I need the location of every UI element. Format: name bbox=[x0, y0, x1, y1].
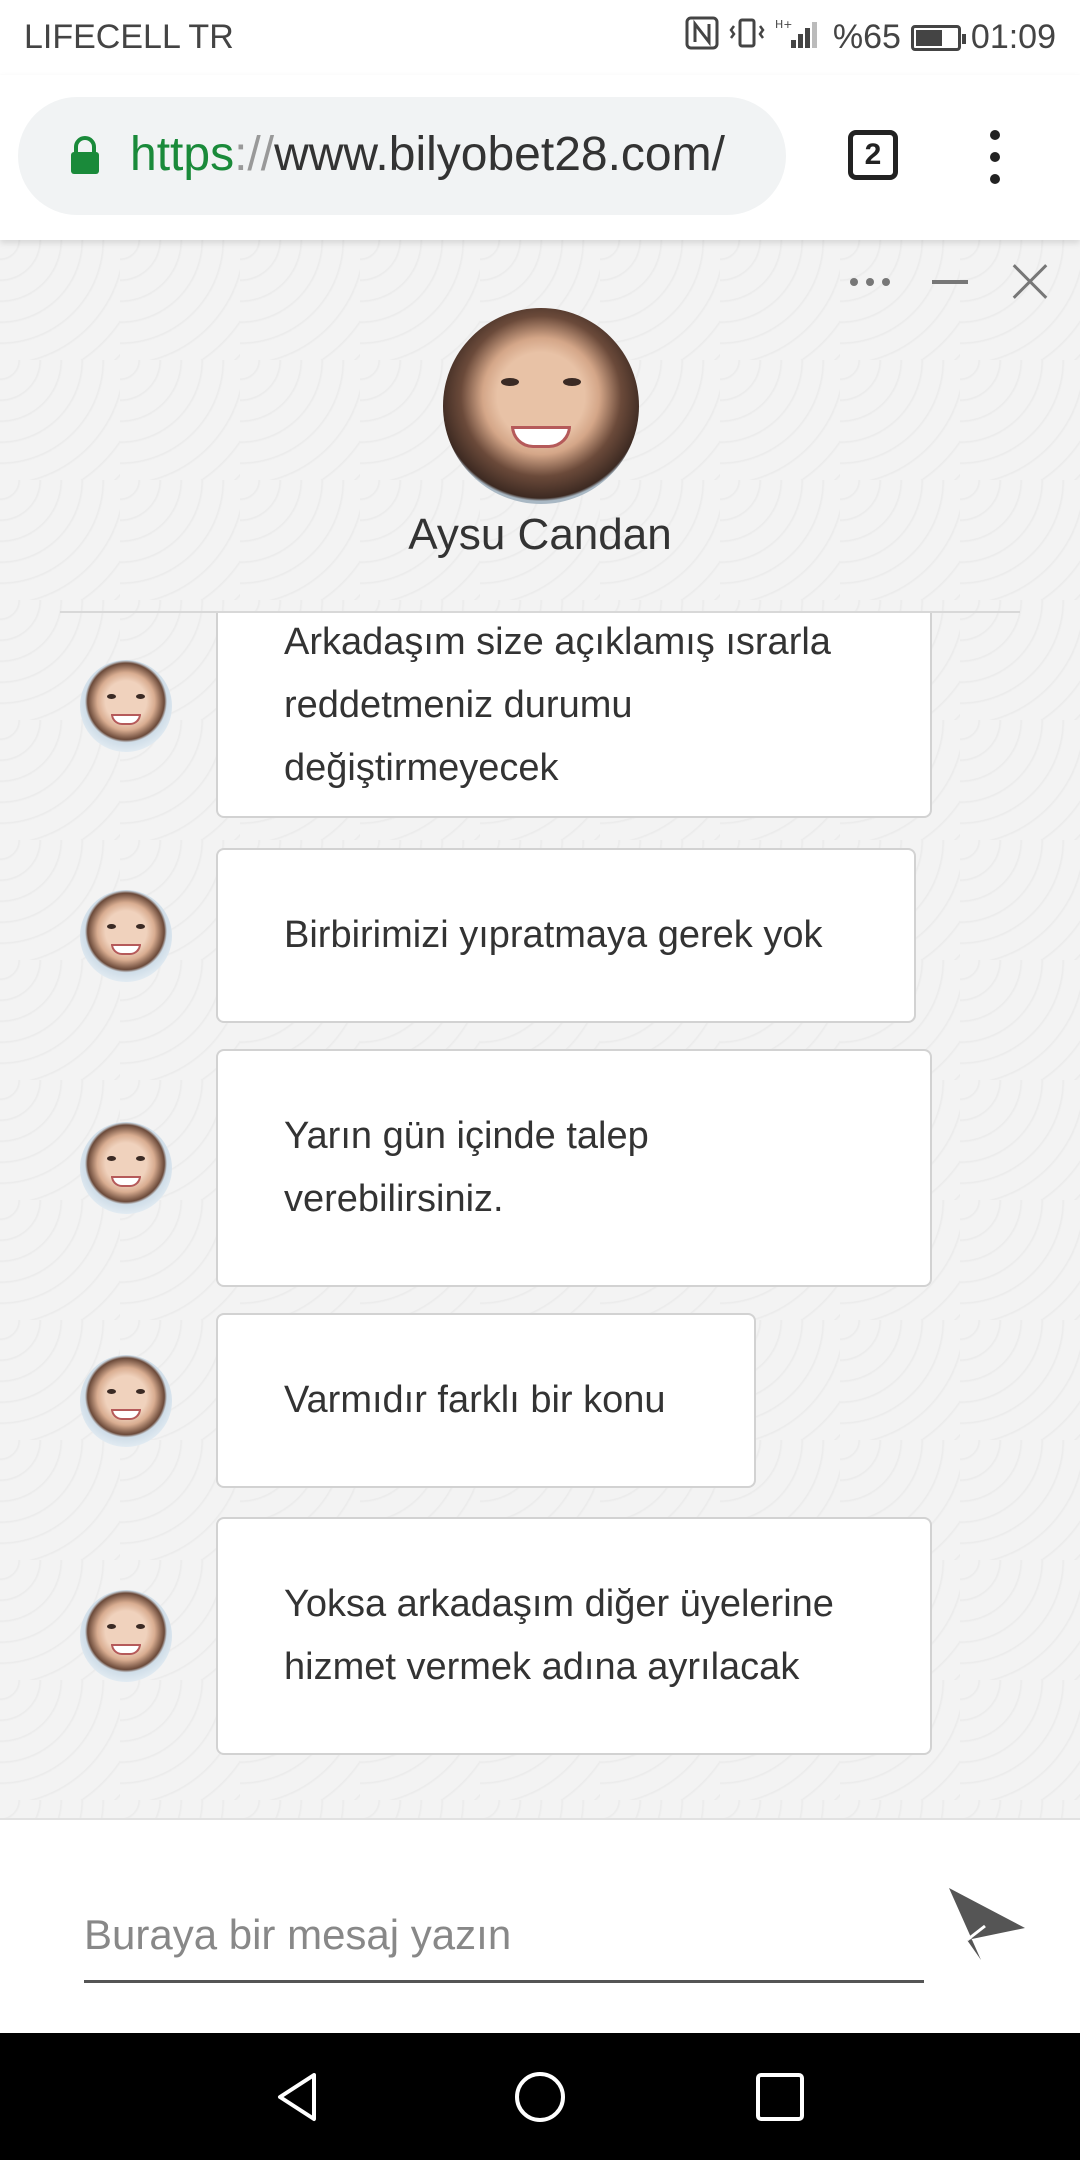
message-line: Varmıdır farklı bir konu bbox=[284, 1379, 666, 1421]
svg-text:H+: H+ bbox=[775, 18, 793, 31]
message-text: Birbirimizi yıpratmaya gerek yok bbox=[284, 904, 822, 967]
message-bubble: Birbirimizi yıpratmaya gerek yok bbox=[216, 848, 916, 1023]
lock-icon bbox=[71, 136, 99, 174]
message-text: Yoksa arkadaşım diğer üyelerine hizmet ve… bbox=[284, 1573, 834, 1699]
url-scheme: https bbox=[130, 128, 235, 181]
home-icon[interactable] bbox=[512, 2069, 568, 2125]
message-avatar bbox=[80, 659, 172, 752]
message-text: Yarın gün içinde talep verebilirsiniz. bbox=[284, 1105, 649, 1231]
message-avatar bbox=[80, 1590, 172, 1682]
message-text: Arkadaşım size açıklamış ısrarla reddetme… bbox=[284, 613, 831, 800]
more-icon[interactable] bbox=[850, 278, 890, 286]
nfc-icon bbox=[685, 16, 719, 59]
minimize-icon[interactable] bbox=[932, 280, 968, 284]
message-line: Yoksa arkadaşım diğer üyelerine bbox=[284, 1583, 834, 1625]
message-line: Yarın gün içinde talep bbox=[284, 1115, 649, 1157]
url-text: https://www.bilyobet28.com/ bbox=[130, 127, 725, 182]
address-bar[interactable]: https://www.bilyobet28.com/ bbox=[18, 97, 786, 215]
send-icon[interactable] bbox=[945, 1880, 1029, 1964]
chat-window: Aysu Candan Arkadaşım size açıklamış ısr… bbox=[0, 240, 1080, 1818]
message-line: hizmet vermek adına ayrılacak bbox=[284, 1646, 800, 1688]
clock: 01:09 bbox=[970, 18, 1056, 56]
message-line: değiştirmeyecek bbox=[284, 747, 559, 789]
message-text: Varmıdır farklı bir konu bbox=[284, 1369, 666, 1432]
message-bubble: Varmıdır farklı bir konu bbox=[216, 1313, 756, 1488]
battery-icon bbox=[910, 24, 966, 51]
message-avatar bbox=[80, 889, 172, 982]
message-avatar bbox=[80, 1354, 172, 1447]
message-line: Birbirimizi yıpratmaya gerek yok bbox=[284, 914, 823, 956]
message-line: reddetmeniz durumu bbox=[284, 684, 633, 726]
signal-icon: H+ bbox=[775, 16, 823, 59]
message-bubble: Arkadaşım size açıklamış ısrarla reddetme… bbox=[216, 613, 932, 818]
message-bubble: Yoksa arkadaşım diğer üyelerine hizmet ve… bbox=[216, 1517, 932, 1755]
message-avatar bbox=[80, 1122, 172, 1214]
message-input[interactable] bbox=[84, 1890, 924, 1983]
browser-toolbar: https://www.bilyobet28.com/ 2 bbox=[0, 75, 1080, 240]
message-list: Arkadaşım size açıklamış ısrarla reddetme… bbox=[0, 613, 1080, 1818]
status-icons: H+ %65 01:09 bbox=[685, 16, 1056, 59]
url-host: www.bilyobet28.com/ bbox=[274, 128, 725, 181]
agent-avatar bbox=[443, 308, 639, 504]
chat-controls bbox=[850, 262, 1050, 302]
recents-icon[interactable] bbox=[752, 2069, 808, 2125]
carrier-name: LIFECELL TR bbox=[24, 18, 234, 56]
menu-icon[interactable] bbox=[985, 130, 1005, 186]
message-bubble: Yarın gün içinde talep verebilirsiniz. bbox=[216, 1049, 932, 1287]
battery-percent: %65 bbox=[832, 18, 901, 56]
url-separator: :// bbox=[234, 128, 275, 181]
message-line: verebilirsiniz. bbox=[284, 1178, 504, 1220]
back-icon[interactable] bbox=[270, 2069, 326, 2125]
close-icon[interactable] bbox=[1010, 262, 1050, 302]
message-composer bbox=[0, 1818, 1080, 2035]
tabs-icon[interactable]: 2 bbox=[848, 130, 898, 180]
message-line: Arkadaşım size açıklamış ısrarla bbox=[284, 621, 831, 663]
vibrate-icon bbox=[729, 16, 765, 59]
agent-name: Aysu Candan bbox=[408, 510, 672, 559]
status-bar: LIFECELL TR H+ %65 01:09 bbox=[0, 0, 1080, 75]
system-nav-bar bbox=[0, 2033, 1080, 2160]
